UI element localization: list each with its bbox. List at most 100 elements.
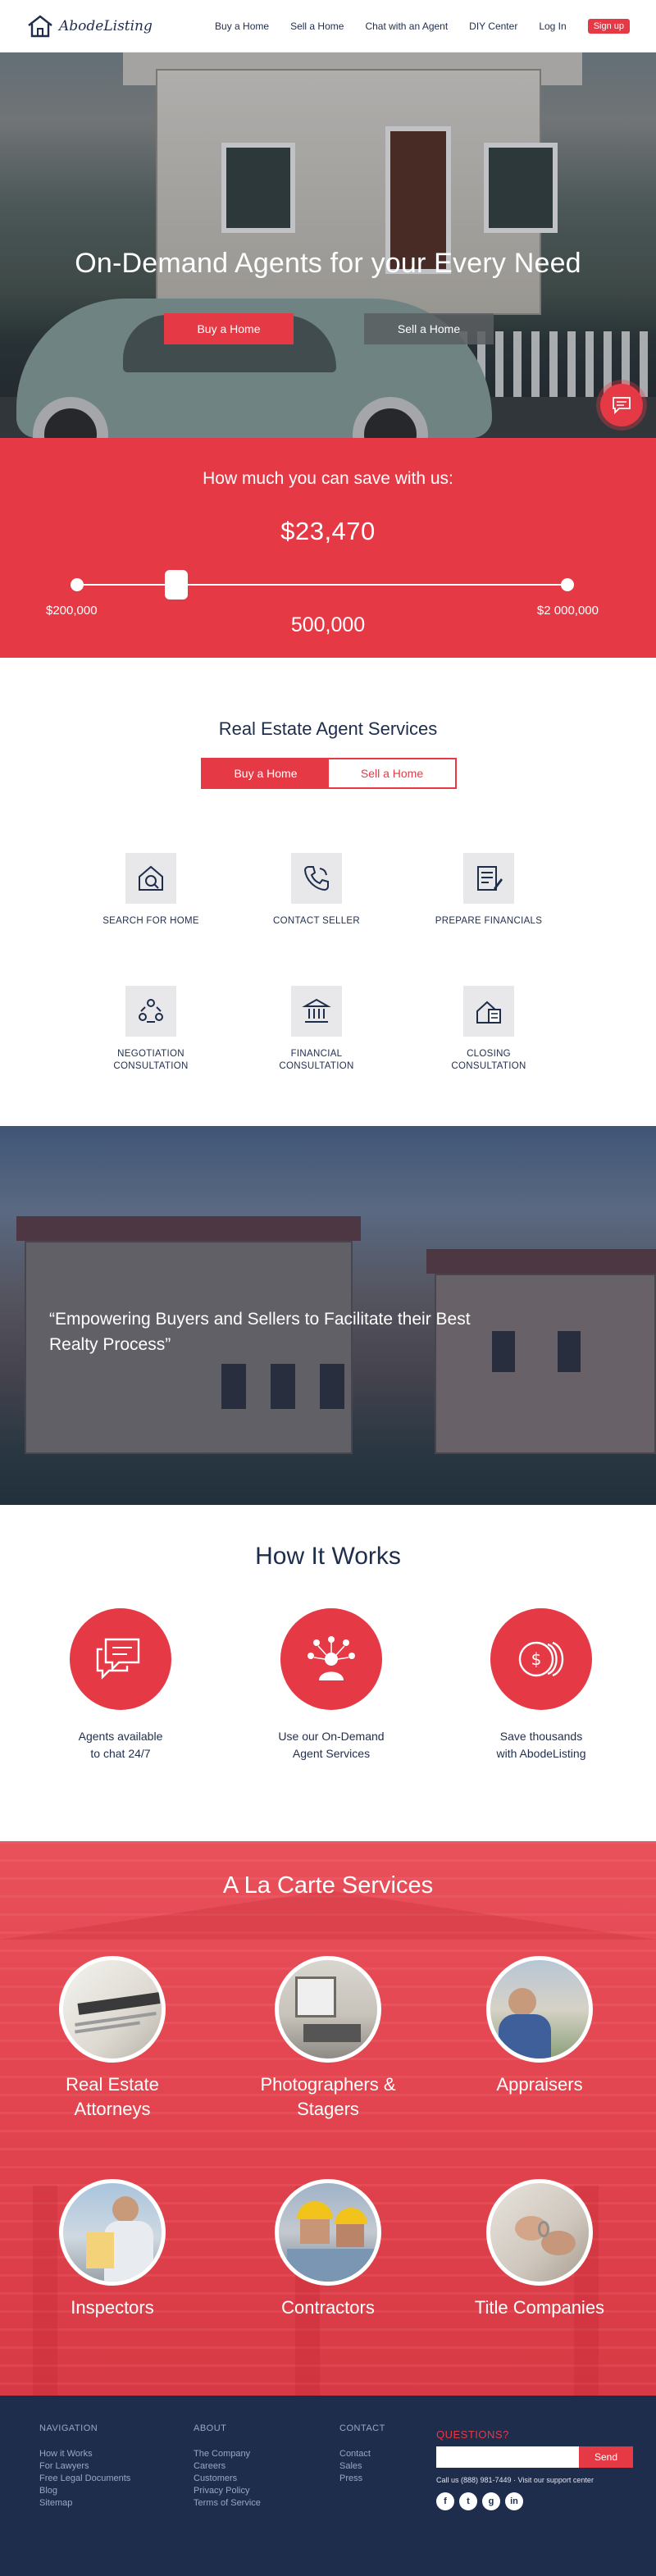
service-negotiation[interactable]: NEGOTIATION CONSULTATION [69,986,233,1073]
how-step-circle: $ [490,1608,592,1710]
footer-link[interactable]: Press [339,2473,385,2485]
nav-chat-agent[interactable]: Chat with an Agent [365,21,448,32]
logo[interactable]: AbodeListing [26,14,153,39]
footer-heading: NAVIGATION [39,2423,98,2433]
nav-buy-home[interactable]: Buy a Home [215,21,269,32]
svg-text:$: $ [531,1649,542,1669]
carte-title: A La Carte Services [222,1872,434,1899]
inspectors-photo [59,2179,166,2286]
carte-title-companies[interactable]: Title Companies [433,2179,646,2320]
slider-max-dot [561,578,574,591]
how-step-circle [280,1608,382,1710]
service-label: CLOSING CONSULTATION [451,1049,526,1071]
people-network-icon [125,986,176,1037]
how-step-circle [70,1608,171,1710]
bank-icon [291,986,342,1037]
how-step-label: Save thousands with AbodeListing [496,1730,586,1760]
footer-link[interactable]: Free Legal Documents [39,2473,130,2485]
toggle-buy[interactable]: Buy a Home [203,759,329,787]
hero-buy-button[interactable]: Buy a Home [164,313,294,344]
questions-input[interactable] [436,2446,584,2468]
support-call-text: Call us (888) 981-7449 · Visit our suppo… [436,2476,594,2484]
carte-label: Real Estate Attorneys [66,2074,159,2119]
slider-min-dot [71,578,84,591]
carte-inspectors[interactable]: Inspectors [6,2179,219,2320]
appraisers-photo [486,1956,593,2063]
carte-label: Appraisers [496,2074,583,2095]
hero-title: On-Demand Agents for your Every Need [75,248,581,279]
how-step-label: Agents available to chat 24/7 [78,1730,163,1760]
footer-heading: CONTACT [339,2423,385,2433]
footer: NAVIGATION How it Works For Lawyers Free… [0,2396,656,2576]
footer-link[interactable]: Customers [194,2473,261,2485]
carte-label: Title Companies [474,2297,605,2318]
linkedin-icon[interactable]: in [505,2492,523,2510]
quote-text: “Empowering Buyers and Sellers to Facili… [49,1310,471,1354]
savings-calculator: How much you can save with us: $23,470 $… [0,438,656,658]
questions-heading: QUESTIONS? [436,2428,509,2441]
house-search-icon [125,853,176,904]
carte-label: Contractors [281,2297,375,2318]
photographers-photo [275,1956,381,2063]
footer-navigation: NAVIGATION How it Works For Lawyers Free… [39,2423,130,2510]
footer-link[interactable]: Contact [339,2448,385,2460]
document-pen-icon [463,853,514,904]
google-plus-icon[interactable]: g [482,2492,500,2510]
footer-link[interactable]: For Lawyers [39,2460,130,2473]
footer-link[interactable]: Sales [339,2460,385,2473]
coins-icon: $ [518,1641,564,1677]
hero-sell-button[interactable]: Sell a Home [364,313,494,344]
footer-link[interactable]: The Company [194,2448,261,2460]
footer-link[interactable]: Sitemap [39,2497,130,2510]
chat-bubbles-icon [96,1638,140,1680]
title-companies-photo [486,2179,593,2286]
nav-links: Buy a Home Sell a Home Chat with an Agen… [215,18,630,34]
how-title: How It Works [255,1543,401,1570]
facebook-icon[interactable]: f [436,2492,454,2510]
carte-contractors[interactable]: Contractors [221,2179,435,2320]
house-document-icon [463,986,514,1037]
footer-heading: ABOUT [194,2423,227,2433]
nav-login[interactable]: Log In [539,21,566,32]
slider-track[interactable] [77,584,567,586]
footer-about: ABOUT The Company Careers Customers Priv… [194,2423,261,2510]
carte-appraisers[interactable]: Appraisers [433,1956,646,2097]
how-step-label: Use our On-Demand Agent Services [278,1730,385,1760]
chat-bubble-button[interactable] [600,384,643,426]
footer-link[interactable]: Terms of Service [194,2497,261,2510]
service-label: FINANCIAL CONSULTATION [279,1049,354,1071]
savings-amount: $23,470 [280,517,376,545]
social-links: f t g in [436,2492,523,2510]
footer-link[interactable]: Blog [39,2485,130,2497]
service-label: PREPARE FINANCIALS [435,916,543,926]
nav-sell-home[interactable]: Sell a Home [290,21,344,32]
savings-question: How much you can save with us: [203,469,453,488]
service-label: SEARCH FOR HOME [102,916,199,926]
how-step-chat: Agents available to chat 24/7 [22,1608,219,1762]
signup-button[interactable]: Sign up [587,18,630,34]
phone-icon [291,853,342,904]
service-contact-seller[interactable]: CONTACT SELLER [235,853,399,928]
a-la-carte: A La Carte Services Real Estate Attorney… [0,1841,656,2396]
twitter-icon[interactable]: t [459,2492,477,2510]
footer-link[interactable]: How it Works [39,2448,130,2460]
carte-real-estate-attorneys[interactable]: Real Estate Attorneys [6,1956,219,2122]
chat-icon [613,397,631,415]
toggle-sell[interactable]: Sell a Home [329,759,455,787]
slider-handle[interactable] [164,570,188,600]
footer-link[interactable]: Careers [194,2460,261,2473]
nav-diy-center[interactable]: DIY Center [469,21,517,32]
carte-photographers-stagers[interactable]: Photographers & Stagers [221,1956,435,2122]
footer-link[interactable]: Privacy Policy [194,2485,261,2497]
house-logo-icon [28,14,52,37]
hero-overlay [0,52,656,438]
service-closing-consultation[interactable]: CLOSING CONSULTATION [407,986,571,1073]
brand-name: AbodeListing [59,17,153,34]
service-financial-consultation[interactable]: FINANCIAL CONSULTATION [235,986,399,1073]
quote-banner: “Empowering Buyers and Sellers to Facili… [0,1126,656,1505]
service-search-home[interactable]: SEARCH FOR HOME [69,853,233,928]
send-button[interactable]: Send [579,2446,633,2468]
service-prepare-financials[interactable]: PREPARE FINANCIALS [407,853,571,928]
how-step-agents: Use our On-Demand Agent Services [233,1608,430,1762]
contractors-photo [275,2179,381,2286]
